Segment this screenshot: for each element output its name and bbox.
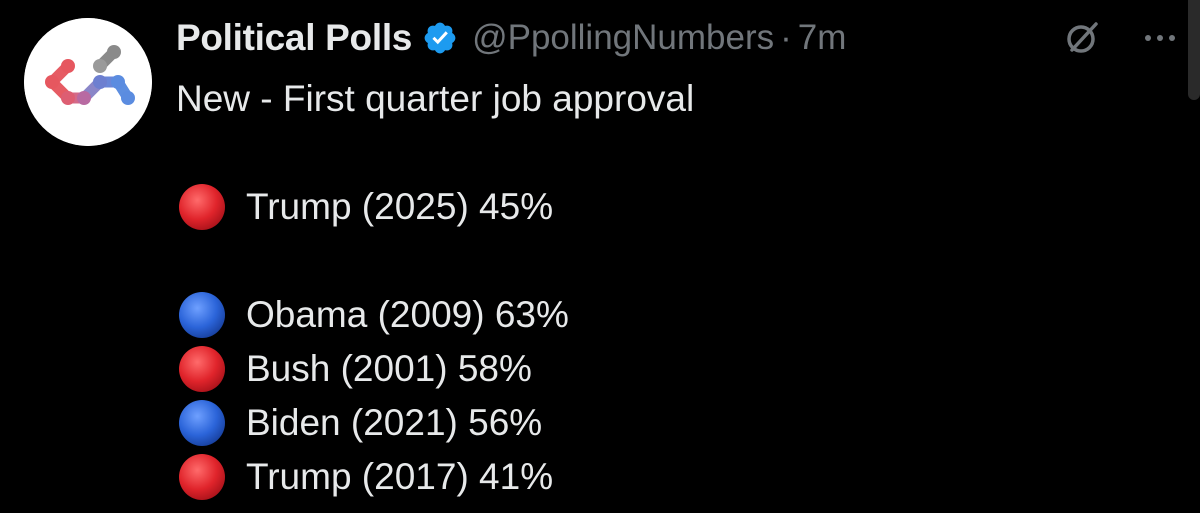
- red-circle-icon: [176, 451, 228, 503]
- list-item: Bush (2001) 58%: [176, 342, 694, 396]
- poll-entry-text: Trump (2017) 41%: [246, 456, 554, 497]
- poll-entry-text: Trump (2025) 45%: [246, 186, 554, 227]
- grok-icon[interactable]: [1062, 18, 1102, 58]
- list-item: Trump (2017) 41%: [176, 450, 694, 504]
- poll-entry-text: Bush (2001) 58%: [246, 348, 532, 389]
- avatar[interactable]: [24, 18, 152, 146]
- tweet-intro: New - First quarter job approval: [176, 78, 695, 119]
- user-handle[interactable]: @PpollingNumbers: [472, 18, 774, 58]
- more-icon[interactable]: [1142, 20, 1178, 56]
- tweet-text: New - First quarter job approval Trump (…: [176, 72, 694, 504]
- tweet-header: Political Polls @PpollingNumbers · 7m: [176, 12, 846, 64]
- list-item: Biden (2021) 56%: [176, 396, 694, 450]
- tweet-actions: [1062, 12, 1200, 64]
- blue-circle-icon: [176, 289, 228, 341]
- poll-entry-text: Biden (2021) 56%: [246, 402, 543, 443]
- list-item: Obama (2009) 63%: [176, 288, 694, 342]
- red-circle-icon: [176, 343, 228, 395]
- timestamp[interactable]: 7m: [798, 18, 847, 58]
- blue-circle-icon: [176, 397, 228, 449]
- verified-badge-icon[interactable]: [422, 20, 458, 56]
- red-circle-icon: [176, 181, 228, 233]
- list-item: Trump (2025) 45%: [176, 180, 694, 234]
- poll-entry-text: Obama (2009) 63%: [246, 294, 569, 335]
- scrollbar[interactable]: [1188, 0, 1200, 100]
- network-logo-icon: [24, 18, 152, 146]
- separator-dot: ·: [780, 18, 792, 57]
- display-name[interactable]: Political Polls: [176, 17, 412, 59]
